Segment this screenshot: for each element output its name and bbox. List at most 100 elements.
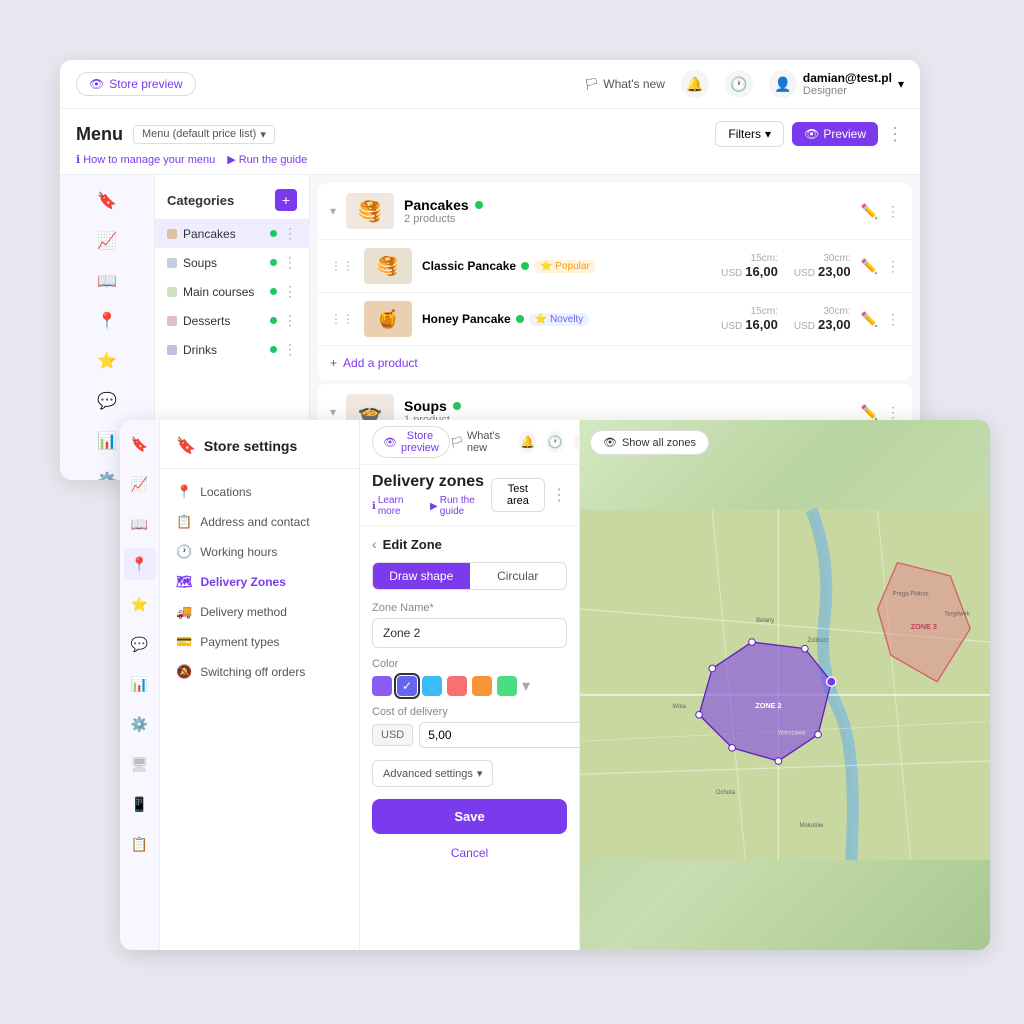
nav-item-delivery-method[interactable]: 🚚 Delivery method [160, 597, 359, 627]
category-item-drinks[interactable]: Drinks ⋮ [155, 335, 309, 364]
menu-badge[interactable]: Menu (default price list) ▾ [133, 125, 275, 144]
svg-text:Belany: Belany [756, 618, 774, 624]
whats-new[interactable]: 🏳 What's new [584, 77, 665, 91]
sidebar-icon-chat[interactable]: 💬 [60, 383, 154, 419]
clock-icon[interactable]: 🕐 [725, 70, 753, 98]
product-count: 2 products [404, 213, 851, 225]
color-swatch-orange[interactable] [472, 676, 492, 696]
chevron-down-icon: ▾ [898, 77, 904, 91]
color-more-icon[interactable]: ▾ [522, 676, 530, 696]
sidebar-icon-menu[interactable]: 📖 [60, 263, 154, 299]
user-info[interactable]: 👤 damian@test.pl Designer ▾ [769, 70, 904, 98]
add-product-button[interactable]: + Add a product [318, 345, 912, 380]
sidebar-icon-mobile[interactable]: 📱 [124, 788, 156, 820]
drag-handle-icon[interactable]: ⋮⋮ [330, 312, 354, 326]
circular-tab[interactable]: Circular [470, 563, 567, 589]
zone3-label: ZONE 3 [911, 622, 937, 631]
edit-icon[interactable]: ✏️ [861, 311, 878, 328]
more-icon[interactable]: ⋮ [283, 283, 297, 300]
zone-name-input[interactable] [372, 618, 567, 648]
edit-icon[interactable]: ✏️ [861, 404, 878, 421]
cost-label: Cost of delivery [372, 706, 567, 718]
color-swatches: ✓ ▾ [372, 676, 567, 696]
more-icon[interactable]: ⋮ [283, 341, 297, 358]
delivery-zones-panel: 🔖 📈 📖 📍 ⭐ 💬 📊 ⚙️ 🖥 📱 📋 🔖 Store settings … [120, 420, 990, 950]
filters-button[interactable]: Filters ▾ [715, 121, 784, 147]
add-category-button[interactable]: + [275, 189, 297, 211]
store-preview-button[interactable]: 👁 Store preview [76, 72, 196, 96]
more-icon[interactable]: ⋮ [283, 312, 297, 329]
more-icon[interactable]: ⋮ [283, 254, 297, 271]
run-guide-link[interactable]: ▶ Run the guide [430, 495, 491, 517]
sidebar-icon-location[interactable]: 📍 [124, 548, 156, 580]
preview-button[interactable]: 👁 Preview [792, 122, 878, 146]
svg-text:Targówek: Targówek [944, 612, 969, 618]
nav-item-locations[interactable]: 📍 Locations [160, 477, 359, 507]
learn-more-link[interactable]: ℹ Learn more [372, 495, 420, 517]
edit-icon[interactable]: ✏️ [861, 258, 878, 275]
color-swatch-blue[interactable] [422, 676, 442, 696]
edit-zone-title: Edit Zone [383, 537, 442, 552]
pancakes-header[interactable]: ▾ 🥞 Pancakes 2 products ✏️ ⋮ [318, 183, 912, 239]
icon-strip: 🔖 📈 📖 📍 ⭐ 💬 📊 ⚙️ 🖥 📱 📋 [120, 420, 160, 950]
back-button[interactable]: ‹ [372, 536, 377, 552]
color-swatch-purple[interactable] [372, 676, 392, 696]
sidebar-icon-list[interactable]: 📋 [124, 828, 156, 860]
more-options-icon[interactable]: ⋮ [886, 311, 900, 328]
clock-icon[interactable]: 🕐 [546, 431, 564, 453]
category-item-desserts[interactable]: Desserts ⋮ [155, 306, 309, 335]
pancakes-image: 🥞 [346, 193, 394, 229]
cost-input[interactable] [419, 722, 579, 748]
run-guide-link[interactable]: ▶ Run the guide [227, 153, 307, 166]
color-swatch-indigo[interactable]: ✓ [397, 676, 417, 696]
more-options-icon[interactable]: ⋮ [886, 124, 904, 145]
color-swatch-red[interactable] [447, 676, 467, 696]
cancel-button[interactable]: Cancel [372, 842, 567, 864]
nav-item-switch-off[interactable]: 🔕 Switching off orders [160, 657, 359, 687]
save-button[interactable]: Save [372, 799, 567, 834]
category-item-main-courses[interactable]: Main courses ⋮ [155, 277, 309, 306]
test-area-button[interactable]: Test area [491, 478, 545, 512]
sidebar-icon-bookmark[interactable]: 🔖 [124, 428, 156, 460]
sidebar-icon-menu[interactable]: 📖 [124, 508, 156, 540]
category-item-pancakes[interactable]: Pancakes ⋮ [155, 219, 309, 248]
more-options-icon[interactable]: ⋮ [886, 258, 900, 275]
currency-badge: USD [372, 724, 413, 746]
store-preview-button[interactable]: 👁 Store preview [372, 426, 450, 458]
sidebar-icon-desktop[interactable]: 🖥 [124, 748, 156, 780]
sidebar-icon-star[interactable]: ⭐ [124, 588, 156, 620]
sidebar-icon-star[interactable]: ⭐ [60, 343, 154, 379]
product-row-classic-pancake: ⋮⋮ 🥞 Classic Pancake ⭐ Popular 15cm: USD… [318, 239, 912, 292]
edit-icon[interactable]: ✏️ [861, 203, 878, 220]
nav-item-delivery-zones[interactable]: 🗺 Delivery Zones [160, 567, 359, 597]
show-all-zones-button[interactable]: 👁 Show all zones [590, 430, 709, 455]
active-dot [270, 259, 277, 266]
category-item-soups[interactable]: Soups ⋮ [155, 248, 309, 277]
color-swatch-green[interactable] [497, 676, 517, 696]
status-dot [453, 402, 461, 410]
sidebar-icon-chat[interactable]: 💬 [124, 628, 156, 660]
map-area[interactable]: ZONE 3 ZONE 2 Belany Żoliborz Praga-Pół [580, 420, 990, 950]
more-icon[interactable]: ⋮ [283, 225, 297, 242]
draw-shape-tab[interactable]: Draw shape [373, 563, 470, 589]
nav-item-hours[interactable]: 🕐 Working hours [160, 537, 359, 567]
sidebar-icon-bookmark[interactable]: 🔖 [60, 183, 154, 219]
drag-handle-icon[interactable]: ⋮⋮ [330, 259, 354, 273]
sidebar-icon-settings[interactable]: ⚙️ [124, 708, 156, 740]
sidebar-icon-analytics[interactable]: 📈 [60, 223, 154, 259]
nav-item-address[interactable]: 📋 Address and contact [160, 507, 359, 537]
sidebar-icon-analytics[interactable]: 📈 [124, 468, 156, 500]
popular-tag: ⭐ Popular [534, 260, 596, 273]
how-to-manage-link[interactable]: ℹ How to manage your menu [76, 153, 215, 166]
eye-icon: 👁 [89, 77, 104, 91]
notifications-icon[interactable]: 🔔 [519, 431, 537, 453]
sidebar-icon-chart[interactable]: 📊 [124, 668, 156, 700]
notifications-icon[interactable]: 🔔 [681, 70, 709, 98]
sidebar-icon-location[interactable]: 📍 [60, 303, 154, 339]
advanced-settings-button[interactable]: Advanced settings ▾ [372, 760, 493, 787]
nav-item-payment[interactable]: 💳 Payment types [160, 627, 359, 657]
whats-new[interactable]: 🏳 What's new [450, 430, 509, 454]
more-options-icon[interactable]: ⋮ [886, 404, 900, 421]
more-options-icon[interactable]: ⋮ [551, 485, 567, 505]
more-options-icon[interactable]: ⋮ [886, 203, 900, 220]
